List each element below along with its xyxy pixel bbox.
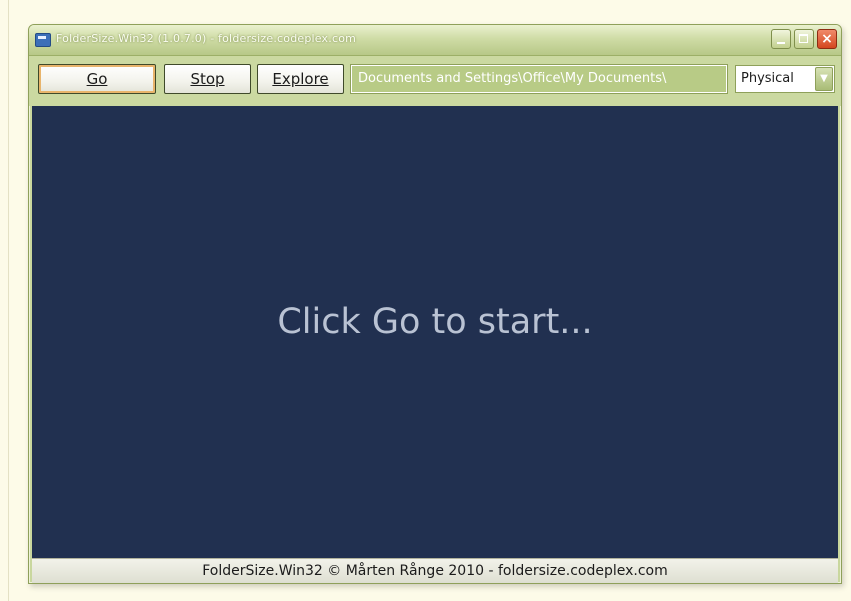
minimize-icon — [777, 42, 785, 44]
path-input[interactable]: Documents and Settings\Office\My Documen… — [350, 64, 728, 94]
stop-button[interactable]: Stop — [164, 64, 251, 94]
close-icon: × — [821, 31, 833, 47]
page: FolderSize.Win32 (1.0.7.0) - foldersize.… — [0, 0, 851, 601]
window-title: FolderSize.Win32 (1.0.7.0) - foldersize.… — [56, 32, 357, 45]
go-button-label: Go — [86, 70, 108, 88]
size-mode-value: Physical — [741, 71, 794, 86]
page-edge-rule — [8, 0, 9, 601]
maximize-icon — [799, 34, 808, 43]
caption-buttons: × — [771, 29, 837, 49]
folder-view-panel[interactable]: Click Go to start... — [32, 106, 838, 558]
chevron-down-icon[interactable]: ▼ — [815, 67, 833, 91]
close-button[interactable]: × — [817, 29, 837, 49]
app-window: FolderSize.Win32 (1.0.7.0) - foldersize.… — [28, 24, 842, 584]
stop-button-label: Stop — [190, 70, 225, 88]
toolbar: Go Stop Explore Documents and Settings\O… — [29, 56, 841, 106]
go-button[interactable]: Go — [38, 64, 156, 94]
explore-button-label: Explore — [272, 70, 329, 88]
status-bar: FolderSize.Win32 © Mårten Rånge 2010 - f… — [32, 558, 838, 583]
start-message: Click Go to start... — [277, 302, 593, 342]
size-mode-select[interactable]: Physical ▼ — [735, 65, 835, 93]
app-icon[interactable] — [35, 33, 51, 47]
explore-button[interactable]: Explore — [257, 64, 344, 94]
minimize-button[interactable] — [771, 29, 791, 49]
maximize-button[interactable] — [794, 29, 814, 49]
title-bar[interactable]: FolderSize.Win32 (1.0.7.0) - foldersize.… — [29, 25, 841, 56]
